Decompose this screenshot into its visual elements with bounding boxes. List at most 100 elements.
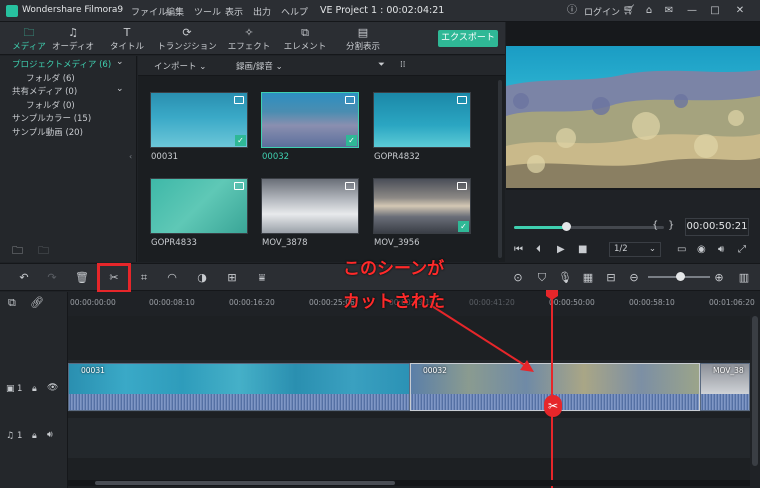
split-screen-icon: ▤ [357,26,369,39]
prev-frame-icon[interactable]: ⏮ [514,244,523,255]
menu-file[interactable]: ファイル [131,5,167,18]
timeline-scroll-thumb[interactable] [95,481,395,485]
track-panel-icon[interactable]: ▥ [736,270,752,286]
tree-item-shared-media[interactable]: 共有メディア (0) [12,85,77,97]
scissors-split-icon[interactable]: ✂ [544,395,562,417]
crop-icon[interactable]: ⌗ [136,270,152,286]
green-screen-icon[interactable]: ⊞ [224,270,240,286]
fullscreen-icon[interactable]: ⤢ [738,244,746,255]
new-folder-icon[interactable]: 🗀︎ [12,242,23,261]
media-thumb-mov-3878[interactable] [261,178,359,234]
media-thumb-gopr4832[interactable] [373,92,471,148]
tab-elements[interactable]: ⧉ エレメント [276,26,334,54]
audio-mixer-icon[interactable]: ⩸ [254,270,270,286]
login-link[interactable]: ログイン [584,5,620,18]
elements-icon: ⧉ [301,26,309,39]
media-thumb-gopr4833[interactable] [150,178,248,234]
maximize-icon[interactable]: □ [708,4,722,18]
step-back-icon[interactable]: ⏴ [536,244,541,255]
ruler-tick: 00:00:50:00 [549,298,595,307]
minimize-icon[interactable]: — [685,4,699,18]
chevron-down-icon: ⌄ [275,62,283,72]
grid-view-icon[interactable]: ⁞⁞ [400,60,405,70]
link-icon[interactable]: 🔗︎ [30,296,44,309]
gift-icon[interactable]: ⌂ [642,4,656,18]
menu-view[interactable]: 表示 [225,5,243,18]
tab-title[interactable]: T タイトル [98,26,156,54]
menu-edit[interactable]: 編集 [166,5,184,18]
lock-icon[interactable]: 🔒︎ [32,431,37,441]
mark-in-icon[interactable]: { [652,220,658,231]
ratio-value: 1/2 [614,244,628,254]
preview-ratio-select[interactable]: 1/2 ⌄ [609,242,661,257]
tree-item-shared-folder[interactable]: フォルダ (0) [26,99,75,111]
lock-icon[interactable]: 🔒︎ [32,384,37,394]
delete-folder-icon[interactable]: 🗀︎ [38,242,49,261]
microphone-icon[interactable]: 🎙︎ [557,270,573,286]
audio-track-icon: ♫ [6,431,15,441]
chevron-down-icon[interactable]: ⌄ [116,57,124,67]
media-scrollbar[interactable] [498,80,502,258]
tab-split-screen[interactable]: ▤ 分割表示 [334,26,392,54]
ruler-tick: 00:01:06:20 [709,298,755,307]
speed-icon[interactable]: ◠ [164,270,180,286]
marker-icon[interactable]: ⛉ [534,270,550,286]
timeline-clip-mov[interactable]: MOV_38 [700,363,750,411]
zoom-slider-handle[interactable] [676,272,685,281]
color-icon[interactable]: ◑ [194,270,210,286]
media-thumb-00032[interactable]: ✓ [261,92,359,148]
zoom-out-icon[interactable]: ⊖ [626,270,642,286]
playhead-line[interactable] [551,292,553,488]
zoom-in-icon[interactable]: ⊕ [711,270,727,286]
tree-item-project-media[interactable]: プロジェクトメディア (6) [12,58,111,70]
menu-export[interactable]: 出力 [253,5,271,18]
tab-audio[interactable]: ♫ オーディオ [44,26,102,54]
export-button[interactable]: エクスポート [438,30,498,47]
menu-help[interactable]: ヘルプ [281,5,308,18]
film-icon [345,182,355,190]
media-thumb-00031[interactable]: ✓ [150,92,248,148]
transition-icon: ⟳ [182,26,192,39]
tree-item-sample-videos[interactable]: サンプル動画 (20) [12,126,83,138]
menu-tools[interactable]: ツール [194,5,221,18]
delete-icon[interactable]: 🗑︎ [74,270,90,286]
timeline-clip-00031[interactable]: 00031 [68,363,410,411]
snapshot-icon[interactable]: ◉ [697,244,706,255]
render-icon[interactable]: ⊙ [510,270,526,286]
mail-icon[interactable]: ✉ [662,4,676,18]
record-dropdown[interactable]: 録画/録音 ⌄ [236,60,283,72]
timeline-vertical-scrollbar[interactable] [752,316,758,466]
display-icon[interactable]: ▭ [677,244,686,255]
cart-icon[interactable]: 🛒︎ [622,4,636,18]
tree-item-folder[interactable]: フォルダ (6) [26,72,75,84]
eye-icon[interactable]: 👁︎ [47,383,58,393]
volume-icon[interactable]: 🔊︎ [718,244,724,255]
effects-icon: ✧ [244,26,254,39]
collapse-panel-icon[interactable]: ‹ [129,152,132,161]
chevron-down-icon[interactable]: ⌄ [116,84,124,94]
close-icon[interactable]: ✕ [733,4,747,18]
redo-icon[interactable]: ↷ [44,270,60,286]
annotation-text-line1: このシーンが [343,259,445,279]
stop-icon[interactable]: ■ [578,244,587,255]
mark-out-icon[interactable]: } [668,220,674,231]
undo-icon[interactable]: ↶ [16,270,32,286]
clip-label: MOV_38 [713,366,744,375]
tab-transition[interactable]: ⟳ トランジション [157,26,217,54]
media-thumb-mov-3956[interactable]: ✓ [373,178,471,234]
check-icon: ✓ [235,135,246,146]
split-icon[interactable]: ⊟ [603,270,619,286]
add-track-icon[interactable]: ⧉ [8,296,16,310]
tree-item-sample-colors[interactable]: サンプルカラー (15) [12,112,91,124]
speaker-icon[interactable]: 🔊︎ [47,430,53,440]
track-headers: ⧉ 🔗︎ ▣ 1 🔒︎ 👁︎ ♫ 1 🔒︎ 🔊︎ [0,292,68,488]
play-icon[interactable]: ▶ [557,244,565,255]
preview-progress-fill [514,226,566,229]
voiceover-icon[interactable]: ▦ [580,270,596,286]
tab-effects[interactable]: ✧ エフェクト [220,26,278,54]
filter-icon[interactable]: ⏷ [378,60,385,70]
import-dropdown[interactable]: インポート ⌄ [154,60,206,72]
info-icon[interactable]: ⓘ [565,4,579,18]
clip-label: 00031 [81,366,105,375]
preview-progress-handle[interactable] [562,222,571,231]
